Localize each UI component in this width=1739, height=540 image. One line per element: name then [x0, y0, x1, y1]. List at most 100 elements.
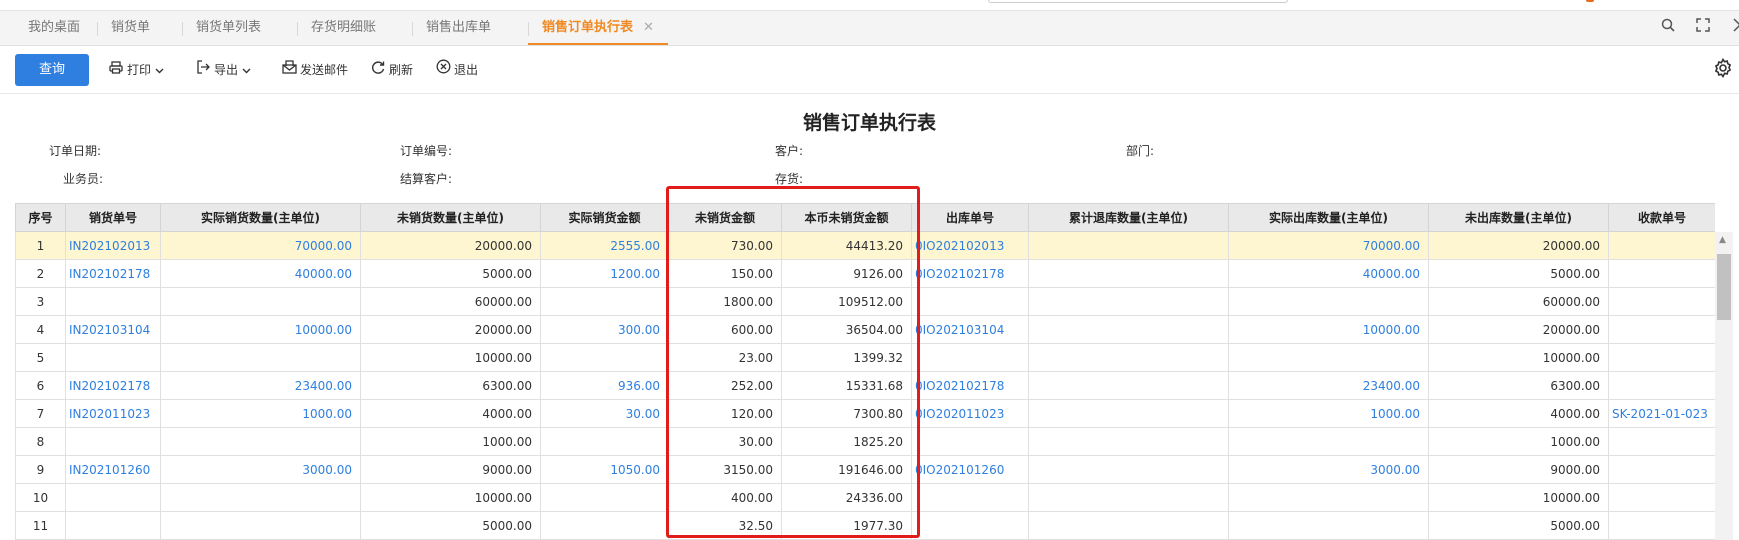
table-cell[interactable]: IN202102178	[65, 259, 161, 288]
table-cell[interactable]: 3000.00	[160, 455, 361, 484]
table-row[interactable]: 10 10000.00 400.00 24336.00 10000.00	[15, 483, 1715, 512]
table-cell[interactable]: 30.00	[540, 399, 669, 428]
table-cell[interactable]: 0IO202102178	[911, 259, 1029, 288]
column-header[interactable]: 累计退库数量(主单位)	[1028, 203, 1229, 232]
table-row[interactable]: 3 60000.00 1800.00 109512.00 60000.00	[15, 287, 1715, 316]
send-mail-button[interactable]: 发送邮件	[281, 59, 348, 81]
table-cell[interactable]: 1050.00	[540, 455, 669, 484]
table-cell[interactable]: 1000.00	[1228, 399, 1429, 428]
table-cell[interactable]	[160, 483, 361, 512]
table-cell[interactable]	[160, 287, 361, 316]
table-cell[interactable]	[65, 343, 161, 372]
table-cell[interactable]	[540, 343, 669, 372]
table-cell[interactable]	[160, 343, 361, 372]
table-cell[interactable]	[1608, 259, 1715, 288]
tab-sales-bill-list[interactable]: 销货单列表	[182, 11, 275, 45]
table-cell[interactable]: 40000.00	[1228, 259, 1429, 288]
search-icon[interactable]	[1657, 17, 1679, 39]
table-cell[interactable]: 10000.00	[1228, 315, 1429, 344]
column-header[interactable]: 序号	[15, 203, 66, 232]
table-cell[interactable]: 23400.00	[160, 371, 361, 400]
table-cell[interactable]: 0IO202103104	[911, 315, 1029, 344]
table-cell[interactable]: 0IO202102178	[911, 371, 1029, 400]
table-cell[interactable]: IN202011023	[65, 399, 161, 428]
table-row[interactable]: 5 10000.00 23.00 1399.32 10000.00	[15, 343, 1715, 372]
tab-inventory-ledger[interactable]: 存货明细账	[297, 11, 390, 45]
tab-sales-outbound[interactable]: 销售出库单	[412, 11, 505, 45]
column-header[interactable]: 收款单号	[1608, 203, 1715, 232]
export-button[interactable]: 导出	[195, 59, 251, 81]
table-cell[interactable]: 2555.00	[540, 231, 669, 260]
table-cell[interactable]: 1000.00	[160, 399, 361, 428]
gear-icon[interactable]	[1713, 57, 1733, 83]
close-icon[interactable]: ✕	[643, 11, 654, 45]
table-row[interactable]: 8 1000.00 30.00 1825.20 1000.00	[15, 427, 1715, 456]
global-search-input[interactable]	[988, 0, 1288, 3]
table-cell[interactable]: 1200.00	[540, 259, 669, 288]
column-header[interactable]: 未出库数量(主单位)	[1428, 203, 1609, 232]
table-cell[interactable]	[1608, 315, 1715, 344]
table-cell[interactable]: 936.00	[540, 371, 669, 400]
column-header[interactable]: 实际销货数量(主单位)	[160, 203, 361, 232]
table-cell[interactable]: IN202102178	[65, 371, 161, 400]
table-cell[interactable]	[65, 483, 161, 512]
table-cell[interactable]: IN202101260	[65, 455, 161, 484]
column-header[interactable]: 出库单号	[911, 203, 1029, 232]
table-cell[interactable]	[540, 511, 669, 540]
table-row[interactable]: 7 IN202011023 1000.00 4000.00 30.00 120.00 730…	[15, 399, 1715, 428]
table-cell[interactable]: 23400.00	[1228, 371, 1429, 400]
table-row[interactable]: 9 IN202101260 3000.00 9000.00 1050.00 3150.00…	[15, 455, 1715, 484]
tab-sales-order-execution[interactable]: 销售订单执行表 ✕	[528, 11, 668, 45]
column-header[interactable]: 未销货数量(主单位)	[360, 203, 541, 232]
table-row[interactable]: 4 IN202103104 10000.00 20000.00 300.00 600.00…	[15, 315, 1715, 344]
table-cell[interactable]	[911, 483, 1029, 512]
table-cell[interactable]	[65, 287, 161, 316]
table-cell[interactable]	[540, 483, 669, 512]
column-header[interactable]: 实际销货金额	[540, 203, 669, 232]
table-cell[interactable]	[911, 511, 1029, 540]
table-cell[interactable]: 0IO202011023	[911, 399, 1029, 428]
table-cell[interactable]	[1228, 427, 1429, 456]
table-cell[interactable]	[1608, 287, 1715, 316]
scroll-up-icon[interactable]: ▲	[1719, 235, 1726, 245]
column-header[interactable]: 销货单号	[65, 203, 161, 232]
fullscreen-icon[interactable]	[1692, 17, 1714, 39]
table-cell[interactable]: 300.00	[540, 315, 669, 344]
vertical-scrollbar[interactable]: ▲	[1715, 232, 1733, 540]
table-cell[interactable]	[1228, 511, 1429, 540]
query-button[interactable]: 查询	[15, 54, 89, 86]
table-cell[interactable]	[1228, 287, 1429, 316]
column-header[interactable]: 未销货金额	[668, 203, 782, 232]
table-cell[interactable]: IN202103104	[65, 315, 161, 344]
table-cell[interactable]	[1608, 483, 1715, 512]
table-row[interactable]: 2 IN202102178 40000.00 5000.00 1200.00 150.00…	[15, 259, 1715, 288]
refresh-button[interactable]: 刷新	[370, 59, 413, 81]
table-cell[interactable]: 70000.00	[160, 231, 361, 260]
table-cell[interactable]: 0IO202101260	[911, 455, 1029, 484]
table-cell[interactable]	[1608, 455, 1715, 484]
notification-icon[interactable]	[1586, 0, 1594, 2]
table-cell[interactable]: 70000.00	[1228, 231, 1429, 260]
table-cell[interactable]	[540, 427, 669, 456]
table-cell[interactable]: 40000.00	[160, 259, 361, 288]
scrollbar-thumb[interactable]	[1717, 254, 1731, 320]
chevron-right-icon[interactable]	[1726, 17, 1739, 39]
table-cell[interactable]	[160, 427, 361, 456]
table-cell[interactable]: 10000.00	[160, 315, 361, 344]
table-cell[interactable]	[1608, 427, 1715, 456]
table-cell[interactable]	[911, 343, 1029, 372]
table-row[interactable]: 11 5000.00 32.50 1977.30 5000.00	[15, 511, 1715, 540]
table-cell[interactable]	[160, 511, 361, 540]
table-cell[interactable]	[65, 427, 161, 456]
table-cell[interactable]: SK-2021-01-023	[1608, 399, 1715, 428]
print-button[interactable]: 打印	[108, 59, 164, 81]
column-header[interactable]: 实际出库数量(主单位)	[1228, 203, 1429, 232]
table-cell[interactable]: 3000.00	[1228, 455, 1429, 484]
table-cell[interactable]	[1228, 483, 1429, 512]
table-cell[interactable]	[1608, 371, 1715, 400]
table-cell[interactable]	[1608, 231, 1715, 260]
column-header[interactable]: 本币未销货金额	[781, 203, 912, 232]
tab-sales-bill[interactable]: 销货单	[97, 11, 164, 45]
table-cell[interactable]	[1228, 343, 1429, 372]
table-cell[interactable]	[1608, 343, 1715, 372]
